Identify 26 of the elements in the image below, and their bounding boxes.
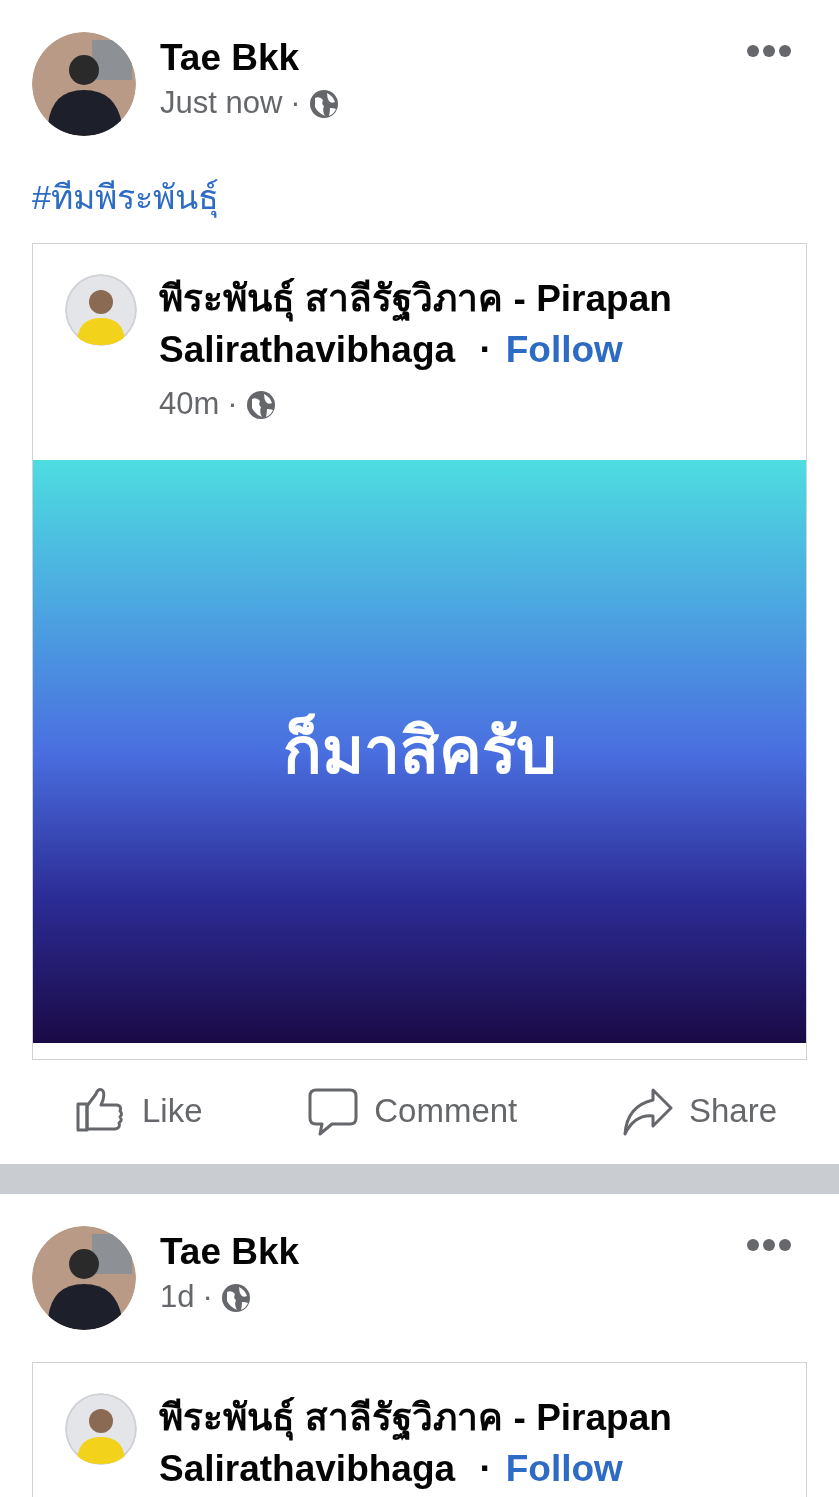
more-options-icon[interactable] bbox=[747, 1237, 791, 1252]
separator-dot: · bbox=[479, 1447, 492, 1489]
more-options-icon[interactable] bbox=[747, 44, 791, 58]
like-button[interactable]: Like bbox=[74, 1085, 203, 1136]
separator-dot: · bbox=[227, 385, 238, 424]
follow-link[interactable]: Follow bbox=[505, 328, 623, 370]
separator-dot: · bbox=[479, 328, 492, 370]
avatar[interactable] bbox=[32, 1225, 136, 1330]
hashtag-link[interactable]: #ทีมพีระพันธุ์ bbox=[32, 172, 219, 223]
post-time[interactable]: 40m bbox=[159, 381, 220, 428]
author-name[interactable]: Tae Bkk bbox=[160, 1229, 723, 1275]
separator-dot: · bbox=[290, 84, 301, 123]
comment-button[interactable]: Comment bbox=[306, 1085, 518, 1136]
follow-link[interactable]: Follow bbox=[505, 1447, 623, 1489]
page-name[interactable]: Salirathavibhaga bbox=[159, 1447, 456, 1489]
post-time[interactable]: Just now bbox=[160, 80, 283, 127]
page-name[interactable]: Salirathavibhaga bbox=[159, 328, 456, 370]
avatar[interactable] bbox=[32, 32, 136, 136]
share-button[interactable]: Share bbox=[620, 1085, 777, 1136]
globe-icon bbox=[220, 1282, 251, 1313]
status-text: ก็มาสิครับ bbox=[282, 712, 557, 790]
separator-dot: · bbox=[202, 1278, 213, 1317]
author-name[interactable]: Tae Bkk bbox=[160, 36, 723, 81]
globe-icon bbox=[308, 88, 339, 119]
post-time[interactable]: 1d bbox=[160, 1274, 195, 1321]
globe-icon bbox=[245, 389, 276, 420]
